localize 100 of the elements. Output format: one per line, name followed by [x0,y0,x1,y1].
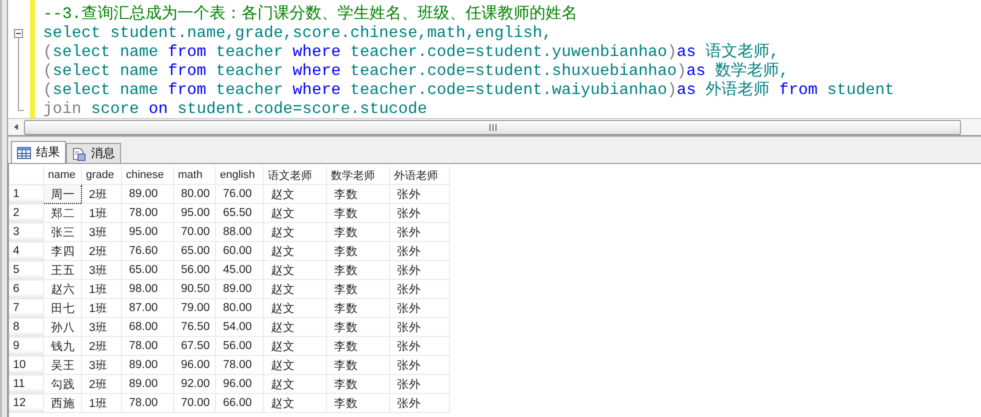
table-cell: 赵文 [264,394,326,412]
grid-icon [17,146,31,158]
table-cell: 李数 [326,280,390,298]
table-cell: 80.00 [174,184,216,204]
column-header[interactable]: math [174,166,216,184]
row-number[interactable]: 7 [9,298,44,318]
table-cell: 赵文 [264,204,326,222]
table-cell: 65.00 [122,260,174,280]
row-number[interactable]: 8 [9,318,44,336]
table-cell: 88.00 [216,222,264,242]
table-cell: 赵文 [264,222,326,242]
table-cell: 张外 [390,318,450,336]
table-cell: 孙八 [44,318,82,336]
table-cell: 李数 [326,318,390,336]
table-cell: 李数 [326,298,390,318]
row-number[interactable]: 2 [9,204,44,222]
table-cell: 96.00 [174,356,216,374]
table-cell: 67.50 [174,336,216,356]
column-header[interactable]: grade [82,166,122,184]
row-number[interactable]: 11 [9,374,44,394]
table-cell: 吴王 [44,356,82,374]
column-header[interactable]: 语文老师 [264,166,326,184]
table-cell: 78.00 [122,394,174,412]
table-cell: 78.00 [216,356,264,374]
table-cell: 3班 [82,260,122,280]
table-cell: 赵文 [264,280,326,298]
table-cell: 70.00 [174,394,216,412]
row-number[interactable]: 9 [9,336,44,356]
table-cell: 3班 [82,318,122,336]
table-cell: 80.00 [216,298,264,318]
table-cell: 李数 [326,260,390,280]
table-cell: 张外 [390,298,450,318]
results-tab[interactable]: 结果 [11,141,66,163]
grip-icon [488,124,496,130]
table-cell: 西施 [44,394,82,412]
table-cell: 95.00 [122,222,174,242]
table-cell: 78.00 [122,336,174,356]
row-number[interactable]: 3 [9,222,44,242]
table-cell: 钱九 [44,336,82,356]
table-cell: 54.00 [216,318,264,336]
table-cell: 周一 [44,184,82,204]
table-cell: 60.00 [216,242,264,260]
table-cell: 1班 [82,204,122,222]
table-cell: 65.50 [216,204,264,222]
row-number[interactable]: 1 [9,184,44,204]
table-cell: 张外 [390,260,450,280]
table-cell: 68.00 [122,318,174,336]
table-cell: 45.00 [216,260,264,280]
column-header[interactable]: 外语老师 [390,166,450,184]
table-cell: 2班 [82,374,122,394]
table-cell: 赵文 [264,260,326,280]
table-cell: 89.00 [216,280,264,298]
column-header[interactable]: chinese [122,166,174,184]
code-editor[interactable] [8,0,981,118]
table-cell: 1班 [82,298,122,318]
column-header[interactable]: 数学老师 [326,166,390,184]
table-cell: 赵文 [264,374,326,394]
table-cell: 张外 [390,280,450,298]
table-cell: 96.00 [216,374,264,394]
table-cell: 76.60 [122,242,174,260]
table-cell: 56.00 [174,260,216,280]
document-icon [72,146,86,160]
column-header[interactable]: english [216,166,264,184]
table-cell: 李四 [44,242,82,260]
results-tab[interactable]: 消息 [66,143,121,163]
table-cell: 2班 [82,242,122,260]
table-cell: 张外 [390,204,450,222]
horizontal-scrollbar[interactable] [8,118,981,136]
table-cell: 赵文 [264,184,326,204]
code-line: (select name from teacher where teacher.code=student.yuwenbianhao)as 语文老师, [43,43,780,62]
row-number[interactable]: 5 [9,260,44,280]
scrollbar-thumb[interactable] [24,120,961,134]
table-cell: 张外 [390,374,450,394]
table-cell: 张外 [390,184,450,204]
table-cell: 89.00 [122,374,174,394]
table-cell: 赵六 [44,280,82,298]
table-cell: 76.00 [216,184,264,204]
row-number[interactable]: 4 [9,242,44,260]
table-cell: 李数 [326,356,390,374]
table-cell: 李数 [326,242,390,260]
table-cell: 2班 [82,336,122,356]
row-number[interactable]: 6 [9,280,44,298]
table-cell: 89.00 [122,184,174,204]
scroll-left-arrow-icon[interactable] [12,123,20,131]
table-cell: 2班 [82,184,122,204]
row-number[interactable]: 12 [9,394,44,412]
table-cell: 56.00 [216,336,264,356]
table-cell: 张外 [390,222,450,242]
table-cell: 1班 [82,280,122,298]
collapse-icon[interactable] [14,29,23,38]
table-cell: 78.00 [122,204,174,222]
table-cell: 65.00 [174,242,216,260]
table-cell: 赵文 [264,356,326,374]
table-cell: 70.00 [174,222,216,242]
table-cell: 张外 [390,356,450,374]
table-cell: 郑二 [44,204,82,222]
code-line: join score on student.code=score.stucode [43,100,428,118]
table-cell: 79.00 [174,298,216,318]
table-cell: 赵文 [264,336,326,356]
row-number[interactable]: 10 [9,356,44,374]
